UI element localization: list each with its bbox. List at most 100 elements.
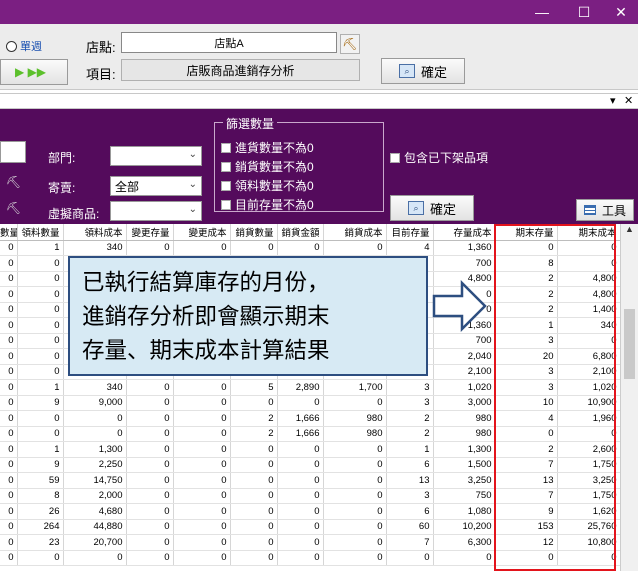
column-header[interactable]: 銷貨金額 (277, 224, 324, 241)
table-cell: 0 (230, 550, 278, 566)
table-row[interactable]: 0 0 0 0 0 2 1,666 980 2 980 4 1,960 (0, 410, 621, 427)
virtual-product-select[interactable]: ⌄ (110, 201, 202, 221)
table-row[interactable]: 0 9 9,000 0 0 0 0 0 3 3,000 10 10,900 (0, 395, 621, 411)
table-cell: 0 (126, 410, 174, 427)
table-cell: 59 (17, 472, 64, 489)
table-cell: 0 (557, 240, 621, 256)
column-header[interactable]: 期末成本 (557, 224, 621, 241)
table-cell: 0 (386, 550, 434, 566)
close-button[interactable]: ✕ (603, 0, 638, 24)
column-header[interactable]: 銷貨成本 (323, 224, 387, 241)
scroll-up-icon[interactable]: ▲ (621, 224, 638, 238)
table-row[interactable]: 0 26 4,680 0 0 0 0 0 6 1,080 9 1,620 (0, 503, 621, 520)
weekly-radio[interactable]: 單週 (6, 38, 42, 54)
table-cell: 14,750 (63, 472, 127, 489)
table-cell: 2 (495, 441, 558, 458)
table-cell: 0 (63, 410, 127, 427)
consign-select[interactable]: 全部 ⌄ (110, 176, 202, 196)
table-cell: 10 (495, 395, 558, 411)
broom-icon[interactable]: ⛏ (6, 175, 21, 189)
table-cell: 980 (433, 410, 496, 427)
panel-dropdown-button[interactable]: ▾ (610, 94, 616, 108)
table-cell: 0 (277, 550, 324, 566)
table-row[interactable]: 000000000000 (0, 550, 621, 566)
forward-nav-button[interactable]: ▶ ▶▶ (0, 59, 68, 85)
table-cell: 0 (277, 441, 324, 458)
table-cell: 0 (173, 503, 231, 520)
table-cell: 0 (63, 550, 127, 566)
table-row[interactable]: 0 59 14,750 0 0 0 0 0 13 3,250 13 3,250 (0, 472, 621, 489)
column-header[interactable]: 數量 (0, 224, 18, 241)
vertical-scrollbar[interactable]: ▲ (620, 224, 638, 571)
check-label: 進貨數量不為0 (235, 141, 314, 155)
table-row[interactable]: 0 1 340 0 0 5 2,890 1,700 3 1,020 3 1,020 (0, 379, 621, 396)
left-input-stub[interactable] (0, 141, 26, 163)
table-cell: 10,800 (557, 534, 621, 551)
table-cell: 0 (323, 488, 387, 504)
column-header[interactable]: 目前存量 (386, 224, 434, 241)
column-header[interactable]: 領料數量 (17, 224, 64, 241)
check-label: 包含已下架品項 (404, 151, 489, 165)
table-cell: 0 (17, 426, 64, 442)
callout-line: 存量、期末成本計算結果 (82, 338, 330, 364)
table-row[interactable]: 0 1 340 0 0 0 0 0 4 1,360 0 0 (0, 240, 621, 256)
table-cell: 3,250 (557, 472, 621, 489)
table-cell: 2,890 (277, 379, 324, 396)
table-cell: 0 (230, 240, 278, 256)
table-cell: 2,100 (557, 364, 621, 380)
table-cell: 0 (0, 550, 18, 566)
table-row[interactable]: 0 9 2,250 0 0 0 0 0 6 1,500 7 1,750 (0, 457, 621, 473)
table-cell: 0 (323, 550, 387, 566)
table-row[interactable]: 0 264 44,880 0 0 0 0 0 60 10,200 153 25,760 (0, 519, 621, 535)
table-row[interactable]: 0 8 2,000 0 0 0 0 0 3 750 7 1,750 (0, 488, 621, 504)
check-material-nonzero[interactable]: 領料數量不為0 (221, 177, 314, 194)
tools-label: 工具 (601, 203, 626, 218)
check-sales-nonzero[interactable]: 銷貨數量不為0 (221, 158, 314, 175)
dept-select[interactable]: ⌄ (110, 146, 202, 166)
table-cell: 0 (277, 457, 324, 473)
item-field[interactable]: 店販商品進銷存分析 (121, 59, 360, 81)
table-cell: 0 (173, 441, 231, 458)
table-cell: 6 (386, 457, 434, 473)
table-header-row: 數量 領料數量 領料成本 變更存量 變更成本 銷貨數量 銷貨金額 銷貨成本 目前存量 存量成本 期末… (0, 224, 621, 241)
table-cell: 340 (63, 379, 127, 396)
table-cell: 1,700 (323, 379, 387, 396)
chevron-down-icon: ⌄ (188, 149, 197, 160)
table-row[interactable]: 0 0 0 0 0 2 1,666 980 2 980 0 0 (0, 426, 621, 442)
column-header[interactable]: 存量成本 (433, 224, 496, 241)
table-cell: 0 (0, 317, 18, 334)
scroll-thumb[interactable] (624, 309, 635, 379)
list-icon (583, 205, 596, 215)
table-cell: 5 (230, 379, 278, 396)
table-row[interactable]: 0 23 20,700 0 0 0 0 0 7 6,300 12 10,800 (0, 534, 621, 551)
check-stock-nonzero[interactable]: 目前存量不為0 (221, 196, 314, 213)
clear-store-button[interactable]: ⛏ (340, 34, 360, 54)
broom-icon[interactable]: ⛏ (6, 201, 21, 215)
table-cell: 0 (277, 503, 324, 520)
column-header[interactable]: 銷貨數量 (230, 224, 278, 241)
column-header[interactable]: 變更成本 (173, 224, 231, 241)
column-header[interactable]: 期末存量 (495, 224, 558, 241)
table-cell: 23 (17, 534, 64, 551)
table-row[interactable]: 0 1 1,300 0 0 0 0 0 1 1,300 2 2,600 (0, 441, 621, 458)
top-confirm-button[interactable]: ⌕ 確定 (381, 58, 465, 84)
table-cell: 0 (230, 441, 278, 458)
table-cell: 0 (277, 240, 324, 256)
minimize-button[interactable]: — (524, 0, 560, 24)
table-cell: 750 (433, 488, 496, 504)
maximize-button[interactable]: ☐ (566, 0, 602, 24)
check-purchase-nonzero[interactable]: 進貨數量不為0 (221, 139, 314, 156)
column-header[interactable]: 變更存量 (126, 224, 174, 241)
column-header[interactable]: 領料成本 (63, 224, 127, 241)
table-cell: 0 (17, 302, 64, 318)
weekly-radio-label: 單週 (20, 41, 42, 53)
tools-button[interactable]: 工具 (576, 199, 634, 221)
filter-confirm-button[interactable]: ⌕ 確定 (390, 195, 474, 221)
table-cell: 0 (173, 472, 231, 489)
store-field[interactable]: 店點A (121, 32, 337, 53)
table-cell: 4,800 (557, 286, 621, 303)
table-cell: 0 (557, 255, 621, 272)
check-include-delisted[interactable]: 包含已下架品項 (390, 149, 488, 166)
panel-close-button[interactable]: ✕ (624, 94, 633, 108)
table-cell: 0 (173, 488, 231, 504)
